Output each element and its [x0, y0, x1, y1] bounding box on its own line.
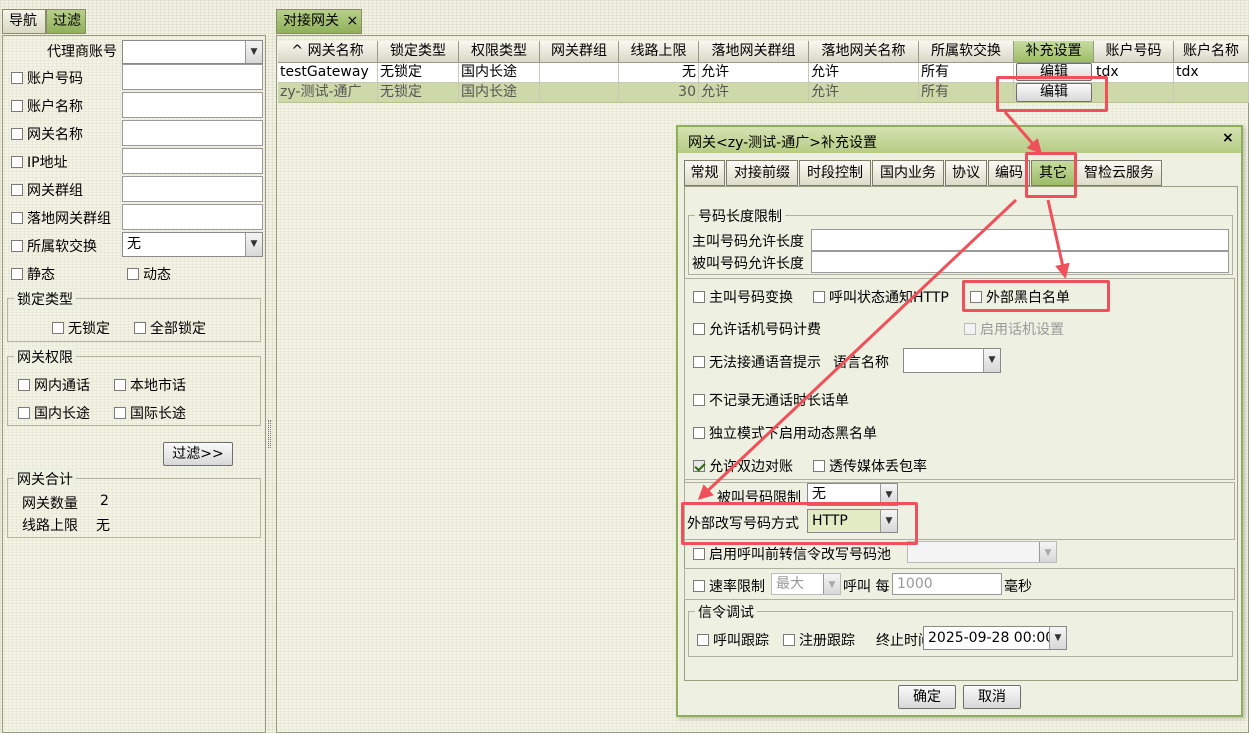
- arrow-to-blacklist: [1046, 199, 1070, 279]
- annotation-arrows: [697, 111, 1070, 501]
- arrow-to-other-tab: [1003, 111, 1042, 155]
- arrow-to-ext-rewrite: [697, 198, 1018, 501]
